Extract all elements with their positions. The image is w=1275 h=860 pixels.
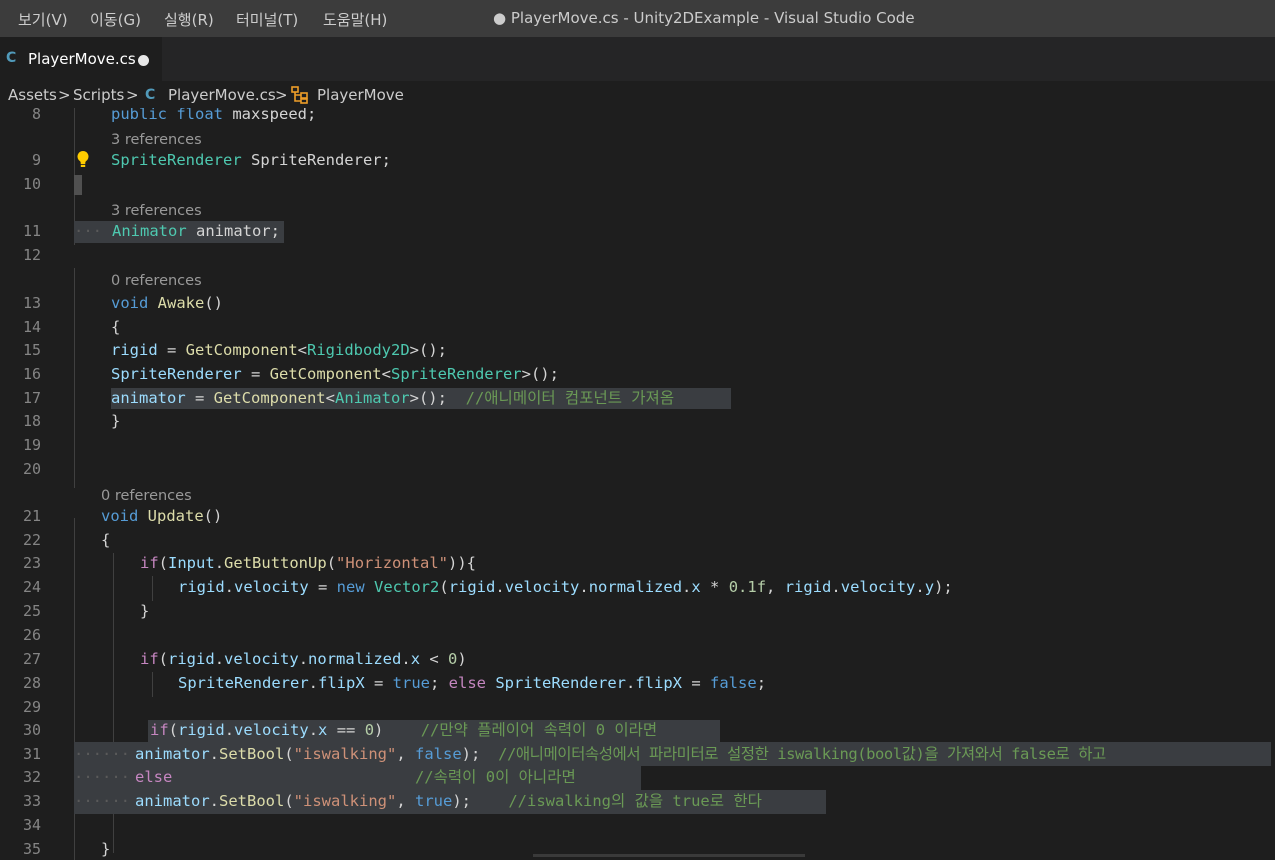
line-number: 10: [22, 175, 41, 193]
code-line-21: void Update(): [101, 507, 223, 525]
code-line-22: {: [101, 531, 111, 549]
line-number: 13: [22, 294, 41, 312]
code-line-23: if(Input.GetButtonUp("Horizontal")){: [140, 554, 477, 572]
codelens-references[interactable]: 0 references: [101, 487, 192, 505]
line-number: 15: [22, 341, 41, 359]
line-number: 18: [22, 412, 41, 430]
line-number: 17: [22, 389, 41, 407]
unsaved-dot-icon[interactable]: [138, 55, 149, 66]
code-line-8: public float maxspeed;: [111, 108, 317, 123]
code-line-9: SpriteRenderer SpriteRenderer;: [111, 151, 391, 169]
menu-help[interactable]: 도움말(H): [323, 9, 387, 30]
breadcrumb: Assets > Scripts > C PlayerMove.cs > Pla…: [0, 81, 1275, 108]
code-line-31: ······ animator.SetBool("iswalking", fals…: [74, 745, 1106, 763]
codelens-references[interactable]: 0 references: [111, 272, 202, 290]
indent-guide: [152, 672, 153, 697]
line-number: 14: [22, 318, 41, 336]
line-number: 28: [22, 674, 41, 692]
class-icon: [290, 84, 310, 108]
line-number: 27: [22, 650, 41, 668]
code-line-14: {: [111, 318, 121, 336]
code-editor[interactable]: 8 9 10 11 12 13 14 15 16 17 18 19 20 21 …: [0, 108, 1275, 860]
chevron-right-icon: >: [275, 86, 288, 104]
line-number: 12: [22, 246, 41, 264]
code-line-35: }: [101, 840, 111, 858]
codelens-references[interactable]: 3 references: [111, 202, 202, 220]
line-number: 16: [22, 365, 41, 383]
line-number: 32: [22, 768, 41, 786]
window-title: ● PlayerMove.cs - Unity2DExample - Visua…: [493, 9, 915, 27]
line-number: 26: [22, 626, 41, 644]
text-cursor: [74, 175, 82, 195]
breadcrumb-assets[interactable]: Assets: [8, 86, 57, 104]
breadcrumb-class[interactable]: PlayerMove: [317, 86, 404, 104]
code-line-27: if(rigid.velocity.normalized.x < 0): [140, 650, 467, 668]
tab-label: PlayerMove.cs: [28, 50, 136, 68]
codelens-references[interactable]: 3 references: [111, 131, 202, 149]
line-number: 19: [22, 436, 41, 454]
tab-bar: C PlayerMove.cs: [0, 37, 1275, 81]
lightbulb-icon[interactable]: [76, 150, 90, 172]
line-number: 8: [31, 108, 41, 123]
menu-run[interactable]: 실행(R): [164, 9, 214, 30]
menu-terminal[interactable]: 터미널(T): [236, 9, 298, 30]
tab-playermove[interactable]: C PlayerMove.cs: [0, 37, 162, 81]
menu-go[interactable]: 이동(G): [90, 9, 141, 30]
indent-guide: [74, 268, 75, 488]
code-line-16: SpriteRenderer = GetComponent<SpriteRend…: [111, 365, 559, 383]
chevron-right-icon: >: [58, 86, 71, 104]
line-number: 29: [22, 698, 41, 716]
csharp-file-icon: C: [6, 50, 17, 66]
line-number: 33: [22, 792, 41, 810]
line-number: 20: [22, 460, 41, 478]
title-bar: 보기(V) 이동(G) 실행(R) 터미널(T) 도움말(H) ● Player…: [0, 0, 1275, 37]
line-number: 35: [22, 840, 41, 858]
code-line-30: if(rigid.velocity.x == 0) //만약 플레이어 속력이 …: [150, 721, 658, 739]
code-line-33: ······ animator.SetBool("iswalking", true…: [74, 792, 762, 810]
line-number: 24: [22, 578, 41, 596]
csharp-file-icon: C: [145, 87, 156, 103]
code-line-15: rigid = GetComponent<Rigidbody2D>();: [111, 341, 447, 359]
chevron-right-icon: >: [126, 86, 139, 104]
line-number: 34: [22, 816, 41, 834]
code-line-25: }: [140, 602, 150, 620]
line-number: 22: [22, 531, 41, 549]
code-line-24: rigid.velocity = new Vector2(rigid.veloc…: [178, 578, 953, 596]
line-number: 23: [22, 554, 41, 572]
menu-view[interactable]: 보기(V): [18, 9, 68, 30]
code-line-28: SpriteRenderer.flipX = true; else Sprite…: [178, 674, 767, 692]
breadcrumb-file[interactable]: PlayerMove.cs: [168, 86, 276, 104]
line-number: 25: [22, 602, 41, 620]
horizontal-scrollbar[interactable]: [533, 854, 805, 857]
code-line-17: animator = GetComponent<Animator>(); //애…: [111, 389, 675, 407]
indent-guide: [152, 576, 153, 601]
line-number: 31: [22, 745, 41, 763]
code-line-11: ··· Animator animator;: [74, 222, 280, 240]
line-number: 21: [22, 507, 41, 525]
breadcrumb-scripts[interactable]: Scripts: [73, 86, 124, 104]
code-line-32: ······ else //속력이 0이 아니라면: [74, 768, 576, 786]
line-number: 9: [31, 151, 41, 169]
line-number: 11: [22, 222, 41, 240]
line-number: 30: [22, 721, 41, 739]
code-line-13: void Awake(): [111, 294, 224, 312]
code-line-18: }: [111, 412, 121, 430]
